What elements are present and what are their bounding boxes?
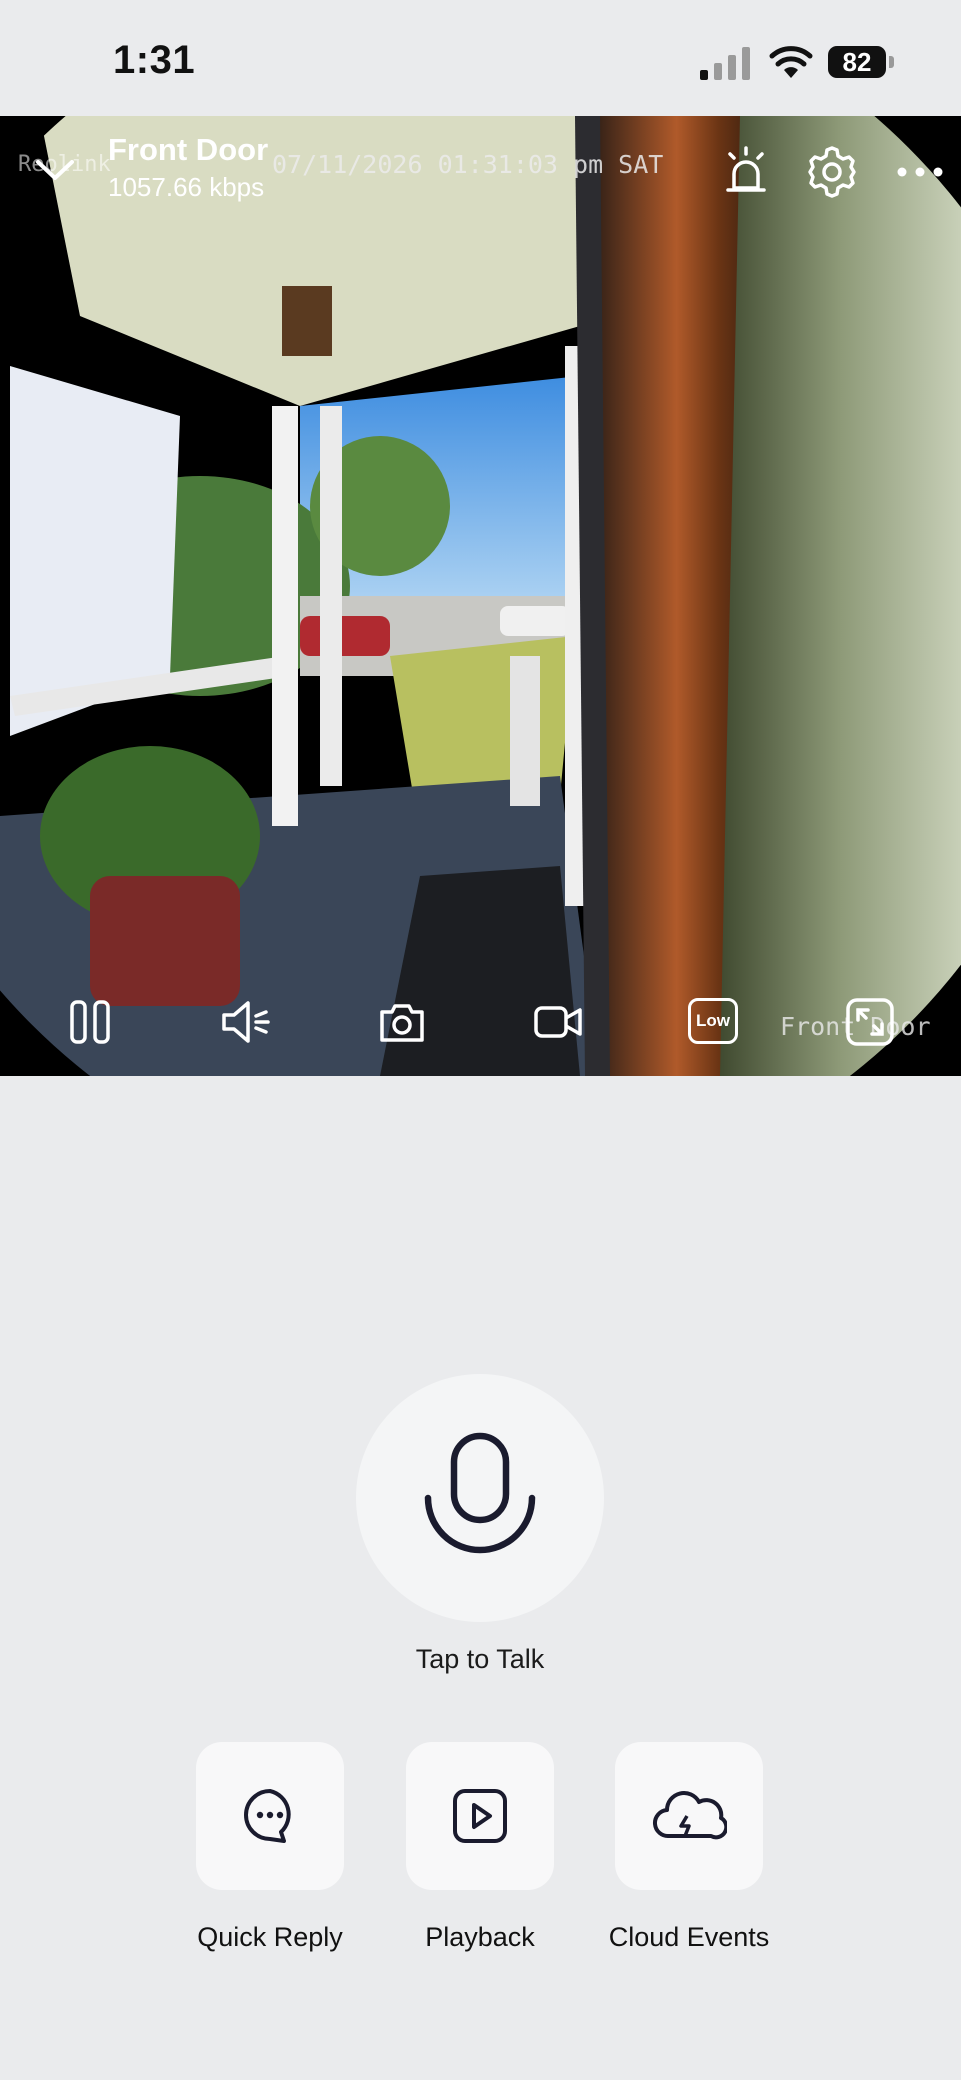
gear-icon[interactable] [804, 144, 860, 200]
cloud-events-label: Cloud Events [608, 1922, 770, 1952]
fullscreen-icon[interactable] [844, 996, 896, 1048]
speaker-icon[interactable] [220, 996, 272, 1048]
chat-bubble-icon [244, 1789, 291, 1843]
battery-level: 82 [828, 46, 886, 78]
wifi-icon [769, 46, 813, 78]
tap-to-talk-button[interactable] [356, 1374, 604, 1622]
live-view-image [0, 116, 961, 1076]
camera-top-bar: Reolink Front Door 1057.66 kbps 07/11/20… [0, 116, 961, 216]
tap-to-talk-label: Tap to Talk [415, 1644, 545, 1674]
quick-reply-button[interactable] [196, 1742, 344, 1890]
chevron-down-icon[interactable] [30, 146, 80, 196]
timestamp: 07/11/2026 01:31:03 pm SAT [272, 150, 664, 179]
status-time: 1:31 [113, 38, 196, 82]
microphone-icon [424, 1432, 536, 1554]
cloud-events-button[interactable] [615, 1742, 763, 1890]
camera-icon[interactable] [376, 996, 428, 1048]
camera-video-feed[interactable]: Reolink Front Door 1057.66 kbps 07/11/20… [0, 116, 961, 1076]
more-icon[interactable] [892, 144, 948, 200]
cloud-icon [653, 1791, 727, 1840]
video-record-icon[interactable] [532, 996, 584, 1048]
siren-icon[interactable] [718, 144, 774, 200]
cellular-signal-icon [700, 47, 750, 80]
camera-controls: Low [0, 996, 961, 1066]
pause-icon[interactable] [64, 996, 116, 1048]
status-bar: 1:31 82 [0, 0, 961, 116]
battery-icon: 82 [828, 46, 896, 80]
bitrate: 1057.66 kbps [108, 172, 265, 202]
playback-button[interactable] [406, 1742, 554, 1890]
quality-toggle-button[interactable]: Low [688, 998, 738, 1044]
play-icon [453, 1789, 507, 1843]
camera-name: Front Door [108, 132, 269, 167]
